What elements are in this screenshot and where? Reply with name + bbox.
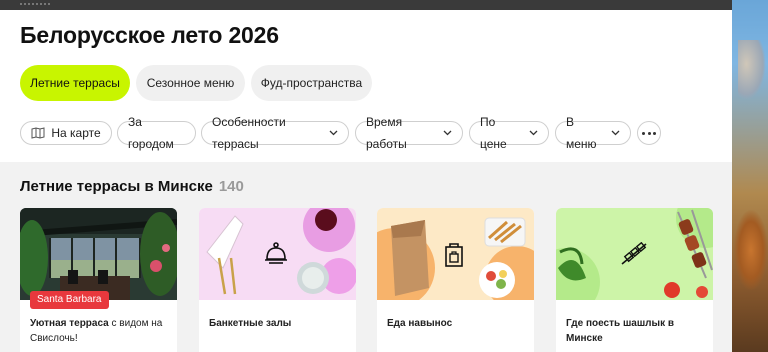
card-banquet-halls[interactable]: Банкетные залы xyxy=(199,208,356,352)
tab-food-spaces[interactable]: Фуд-пространства xyxy=(251,65,372,101)
opening-hours-label: Время работы xyxy=(366,115,407,151)
chevron-down-icon xyxy=(329,130,338,136)
main-panel: Белорусское лето 2026 Летние террасы Сез… xyxy=(0,10,732,352)
chevron-down-icon xyxy=(443,130,452,136)
caption-bold: Уютная терраса xyxy=(30,318,109,329)
map-icon xyxy=(31,127,45,139)
price-filter[interactable]: По цене xyxy=(469,115,549,151)
caption-bold: Банкетные залы xyxy=(209,318,292,329)
section-title: Летние террасы в Минске 140 xyxy=(20,178,244,195)
caption-bold: Где поесть шашлык в Минске xyxy=(566,318,674,344)
in-menu-label: В меню xyxy=(566,115,597,151)
chevron-down-icon xyxy=(611,130,620,136)
banquet-illustration xyxy=(199,208,356,300)
caption-bold: Еда навынос xyxy=(387,318,453,329)
chevron-down-icon xyxy=(529,130,538,136)
card-caption: Еда навынос xyxy=(387,316,527,331)
skewer-icon xyxy=(621,242,647,265)
takeaway-illustration xyxy=(377,208,534,300)
terrace-features-label: Особенности террасы xyxy=(212,115,286,151)
section-count: 140 xyxy=(218,178,244,195)
page-title: Белорусское лето 2026 xyxy=(20,22,279,48)
outside-city-filter[interactable]: За городом xyxy=(117,115,196,151)
on-map-button[interactable]: На карте xyxy=(20,121,112,145)
tab-seasonal-menu[interactable]: Сезонное меню xyxy=(136,65,245,101)
tab-summer-terraces[interactable]: Летние террасы xyxy=(20,65,130,101)
browser-top-strip xyxy=(0,0,768,10)
more-dots-icon[interactable] xyxy=(637,121,661,145)
in-menu-filter[interactable]: В меню xyxy=(555,115,631,151)
terrace-features-filter[interactable]: Особенности террасы xyxy=(201,115,349,151)
card-cozy-terrace[interactable]: Santa Barbara Уютная терраса с видом на … xyxy=(20,208,177,352)
outside-city-label: За городом xyxy=(128,115,174,151)
shashlik-illustration xyxy=(556,208,713,300)
content-area: Летние террасы в Минске 140 Santa Barbar… xyxy=(0,162,732,352)
venue-badge: Santa Barbara xyxy=(30,291,109,309)
card-takeaway[interactable]: Еда навынос xyxy=(377,208,534,352)
card-caption: Банкетные залы xyxy=(209,316,349,331)
section-title-text: Летние террасы в Минске xyxy=(20,178,213,195)
card-caption: Уютная терраса с видом на Свислочь! xyxy=(30,316,170,346)
background-photo-edge xyxy=(732,0,768,352)
terrace-photo xyxy=(20,208,177,300)
header: Белорусское лето 2026 Летние террасы Сез… xyxy=(0,10,732,162)
takeaway-bag-icon xyxy=(445,243,463,267)
card-shashlik[interactable]: Где поесть шашлык в Минске xyxy=(556,208,713,352)
card-caption: Где поесть шашлык в Минске xyxy=(566,316,706,346)
on-map-label: На карте xyxy=(51,126,101,140)
price-label: По цене xyxy=(480,115,507,151)
opening-hours-filter[interactable]: Время работы xyxy=(355,115,463,151)
cloche-icon xyxy=(265,242,287,264)
